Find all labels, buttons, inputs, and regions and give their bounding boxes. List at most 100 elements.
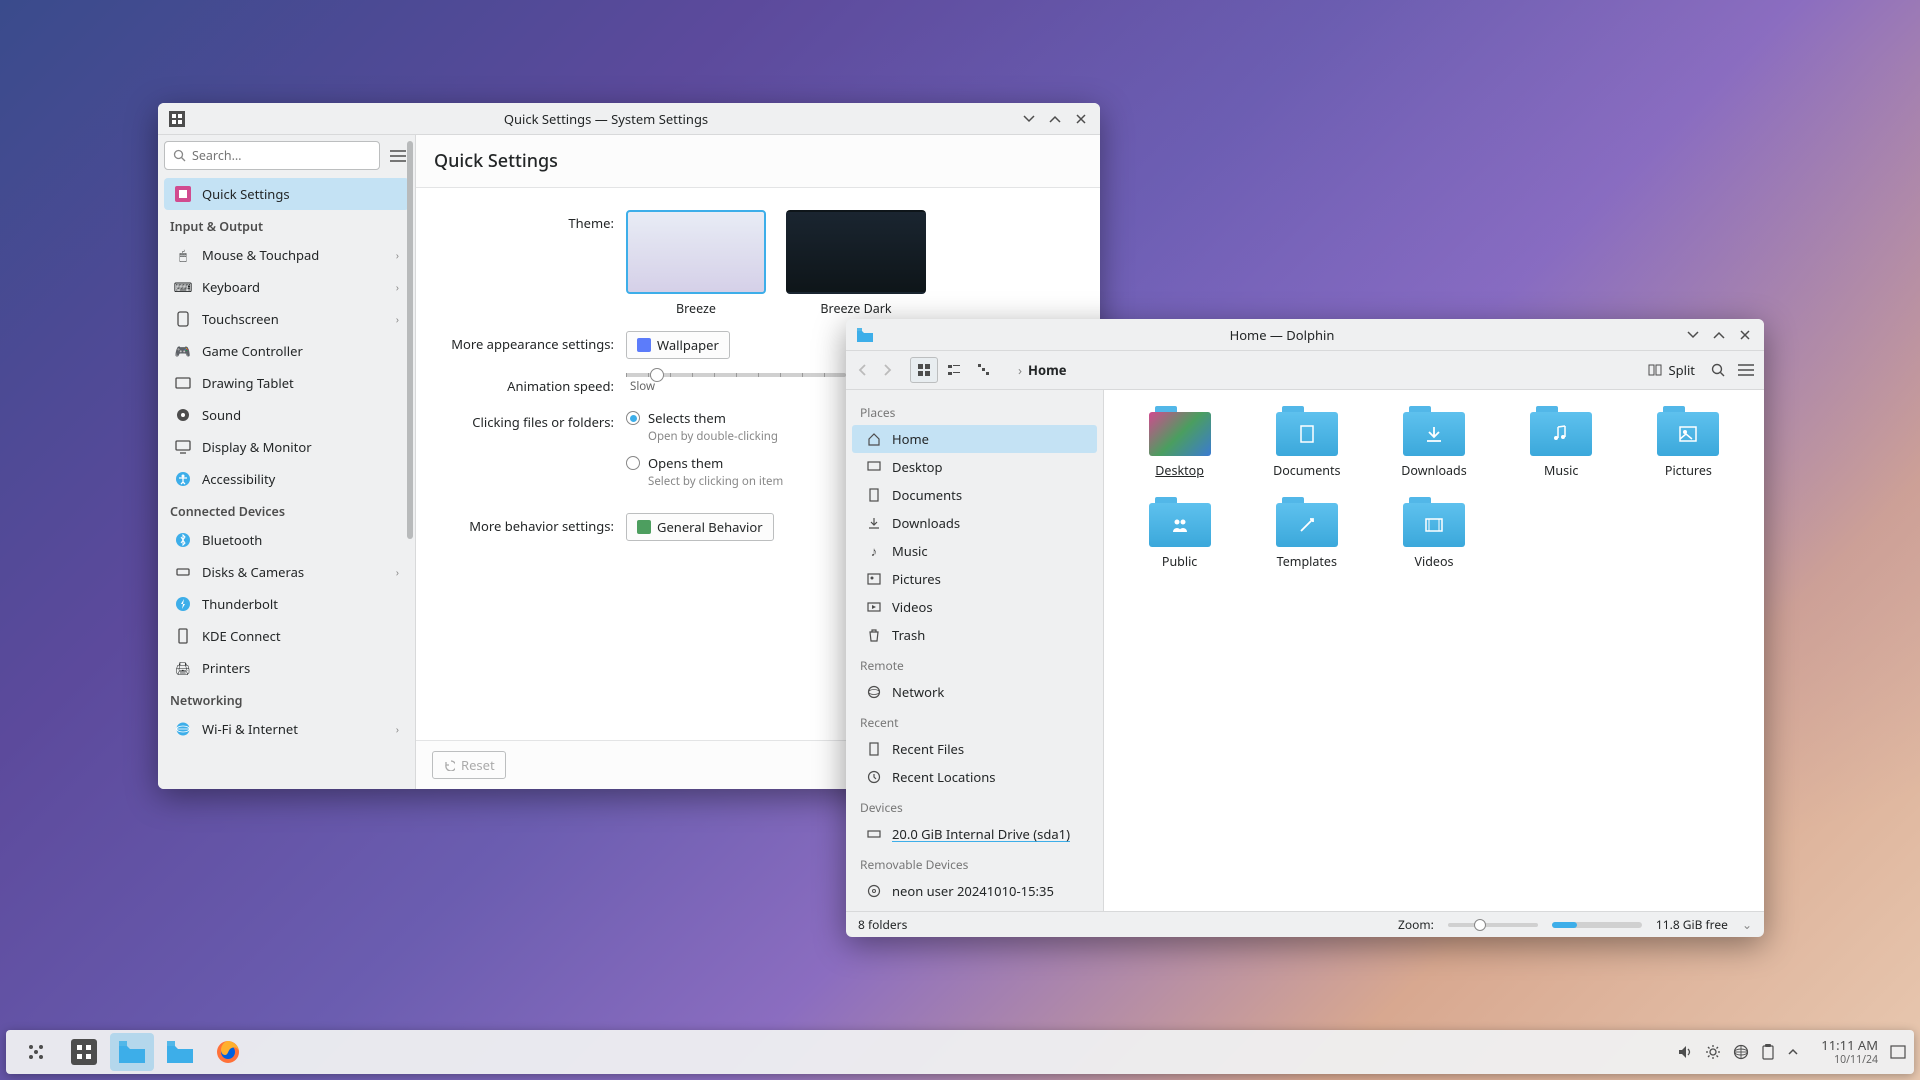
place-recent-files[interactable]: Recent Files <box>852 735 1097 763</box>
theme-breeze-dark[interactable]: Breeze Dark <box>786 210 926 317</box>
search-button[interactable] <box>1711 363 1726 378</box>
settings-task-icon <box>71 1039 97 1065</box>
sidebar-item-touchscreen[interactable]: Touchscreen› <box>164 303 409 335</box>
firefox-icon <box>215 1039 241 1065</box>
place-internal-drive[interactable]: 20.0 GiB Internal Drive (sda1) <box>852 820 1097 848</box>
document-icon <box>866 487 882 503</box>
settings-app-icon <box>168 110 186 128</box>
sidebar-item-accessibility[interactable]: Accessibility <box>164 463 409 495</box>
place-desktop[interactable]: Desktop <box>852 453 1097 481</box>
plasma-icon <box>25 1041 47 1063</box>
behavior-icon <box>637 520 651 534</box>
place-videos[interactable]: Videos <box>852 593 1097 621</box>
network-icon[interactable] <box>1733 1044 1749 1060</box>
place-network[interactable]: Network <box>852 678 1097 706</box>
sidebar-item-game-controller[interactable]: 🎮Game Controller <box>164 335 409 367</box>
sidebar-header-io: Input & Output <box>164 210 409 239</box>
quick-settings-icon <box>174 185 192 203</box>
task-files[interactable] <box>158 1033 202 1071</box>
task-dolphin[interactable] <box>110 1033 154 1071</box>
sidebar-item-sound[interactable]: Sound <box>164 399 409 431</box>
task-firefox[interactable] <box>206 1033 250 1071</box>
place-pictures[interactable]: Pictures <box>852 565 1097 593</box>
place-trash[interactable]: Trash <box>852 621 1097 649</box>
app-launcher-button[interactable] <box>14 1033 58 1071</box>
sidebar-item-keyboard[interactable]: ⌨Keyboard› <box>164 271 409 303</box>
folder-templates[interactable]: Templates <box>1247 497 1366 570</box>
settings-titlebar[interactable]: Quick Settings — System Settings <box>158 103 1100 135</box>
remote-header: Remote <box>848 649 1101 678</box>
dolphin-window: Home — Dolphin › Home Split Places <box>846 319 1764 937</box>
folder-documents[interactable]: Documents <box>1247 406 1366 479</box>
taskbar: 11:11 AM 10/11/24 <box>6 1030 1914 1074</box>
menu-button[interactable] <box>1738 363 1754 377</box>
close-button[interactable] <box>1072 110 1090 128</box>
folder-music[interactable]: Music <box>1502 406 1621 479</box>
clock[interactable]: 11:11 AM 10/11/24 <box>1821 1038 1878 1066</box>
sidebar-item-printers[interactable]: 🖨Printers <box>164 652 409 684</box>
touchscreen-icon <box>174 310 192 328</box>
view-details-button[interactable] <box>970 357 998 383</box>
minimize-button[interactable] <box>1684 326 1702 344</box>
search-input[interactable] <box>164 141 380 170</box>
maximize-button[interactable] <box>1046 110 1064 128</box>
sidebar-item-drawing-tablet[interactable]: Drawing Tablet <box>164 367 409 399</box>
click-label: Clicking files or folders: <box>444 409 626 431</box>
theme-breeze[interactable]: Breeze <box>626 210 766 317</box>
settings-title: Quick Settings — System Settings <box>192 110 1020 128</box>
forward-button[interactable] <box>880 363 894 377</box>
breadcrumb[interactable]: › Home <box>1018 361 1067 379</box>
split-button[interactable]: Split <box>1644 359 1699 381</box>
place-home[interactable]: Home <box>852 425 1097 453</box>
folder-public[interactable]: Public <box>1120 497 1239 570</box>
radio-icon <box>626 411 640 425</box>
animation-speed-label: Animation speed: <box>444 373 626 395</box>
sidebar-item-mouse[interactable]: 🖱Mouse & Touchpad› <box>164 239 409 271</box>
chevron-right-icon: › <box>396 280 399 294</box>
back-button[interactable] <box>856 363 870 377</box>
trash-icon <box>866 627 882 643</box>
mouse-icon: 🖱 <box>174 246 192 264</box>
place-removable-neon[interactable]: neon user 20241010-15:35 <box>852 877 1097 905</box>
show-desktop-button[interactable] <box>1890 1045 1906 1059</box>
brightness-icon[interactable] <box>1705 1044 1721 1060</box>
wallpaper-button[interactable]: Wallpaper <box>626 331 730 359</box>
chevron-right-icon: › <box>396 722 399 736</box>
view-icons-button[interactable] <box>910 357 938 383</box>
maximize-button[interactable] <box>1710 326 1728 344</box>
close-button[interactable] <box>1736 326 1754 344</box>
place-downloads[interactable]: Downloads <box>852 509 1097 537</box>
dolphin-toolbar: › Home Split <box>846 351 1764 390</box>
place-music[interactable]: ♪Music <box>852 537 1097 565</box>
view-compact-button[interactable] <box>940 357 968 383</box>
folder-videos[interactable]: Videos <box>1374 497 1493 570</box>
sidebar-item-thunderbolt[interactable]: Thunderbolt <box>164 588 409 620</box>
minimize-button[interactable] <box>1020 110 1038 128</box>
dolphin-titlebar[interactable]: Home — Dolphin <box>846 319 1764 351</box>
general-behavior-button[interactable]: General Behavior <box>626 513 774 541</box>
sidebar-scrollbar[interactable] <box>407 141 413 783</box>
statusbar-chevron-icon[interactable]: ⌄ <box>1742 916 1752 933</box>
sidebar-item-disks[interactable]: Disks & Cameras› <box>164 556 409 588</box>
disc-icon <box>866 883 882 899</box>
place-recent-locations[interactable]: Recent Locations <box>852 763 1097 791</box>
places-header: Places <box>848 396 1101 425</box>
sidebar-menu-button[interactable] <box>386 144 409 168</box>
dolphin-app-icon <box>856 326 874 344</box>
sidebar-item-kde-connect[interactable]: KDE Connect <box>164 620 409 652</box>
volume-icon[interactable] <box>1677 1044 1693 1060</box>
task-system-settings[interactable] <box>62 1033 106 1071</box>
folder-pictures[interactable]: Pictures <box>1629 406 1748 479</box>
folder-downloads[interactable]: Downloads <box>1374 406 1493 479</box>
sidebar-item-wifi[interactable]: Wi-Fi & Internet› <box>164 713 409 745</box>
reset-button[interactable]: Reset <box>432 751 506 779</box>
place-documents[interactable]: Documents <box>852 481 1097 509</box>
clipboard-icon[interactable] <box>1761 1044 1775 1060</box>
tray-expand-icon[interactable] <box>1787 1046 1799 1058</box>
sidebar-item-display[interactable]: Display & Monitor <box>164 431 409 463</box>
folder-desktop[interactable]: Desktop <box>1120 406 1239 479</box>
file-view[interactable]: Desktop Documents Downloads Music Pictur… <box>1104 390 1764 911</box>
sidebar-item-bluetooth[interactable]: Bluetooth <box>164 524 409 556</box>
zoom-slider[interactable] <box>1448 923 1538 927</box>
sidebar-item-quick-settings[interactable]: Quick Settings <box>164 178 409 210</box>
